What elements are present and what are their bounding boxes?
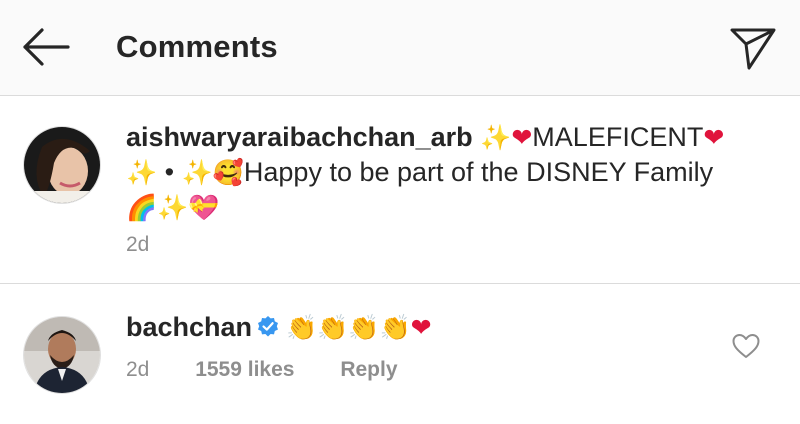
clapping-hands-emoji: 👏 bbox=[348, 313, 380, 342]
avatar-image bbox=[24, 127, 100, 203]
comment-text: aishwaryaraibachchan_arb ✨❤MALEFICENT❤ ✨… bbox=[126, 120, 746, 225]
comment-username[interactable]: aishwaryaraibachchan_arb bbox=[126, 122, 473, 152]
comment-caption: aishwaryaraibachchan_arb ✨❤MALEFICENT❤ ✨… bbox=[0, 96, 800, 284]
sparkles-emoji: ✨ bbox=[181, 158, 213, 187]
comment-meta: 2d bbox=[126, 233, 189, 257]
avatar[interactable] bbox=[23, 316, 101, 394]
sparkles-emoji: ✨ bbox=[126, 158, 158, 187]
paper-plane-icon[interactable] bbox=[726, 22, 780, 74]
clapping-hands-emoji: 👏 bbox=[379, 313, 411, 342]
sparkles-emoji: ✨ bbox=[157, 193, 189, 222]
heart-with-ribbon-emoji: 💝 bbox=[188, 193, 220, 222]
avatar[interactable] bbox=[23, 126, 101, 204]
sparkles-emoji: ✨ bbox=[480, 123, 512, 152]
red-heart-emoji: ❤ bbox=[703, 123, 725, 152]
clapping-hands-emoji: 👏 bbox=[317, 313, 349, 342]
reply-button[interactable]: Reply bbox=[340, 358, 397, 381]
comment-text-part: • bbox=[157, 157, 182, 187]
likes-count[interactable]: 1559 likes bbox=[195, 358, 294, 381]
clapping-hands-emoji: 👏 bbox=[286, 313, 318, 342]
comment-text-part: Happy to be part of the DISNEY Family bbox=[243, 157, 714, 187]
verified-badge-icon bbox=[258, 316, 279, 337]
comment-item: bachchan 👏👏👏👏❤ 2d 1559 likes Reply bbox=[0, 284, 800, 424]
top-bar: Comments bbox=[0, 0, 800, 96]
rainbow-emoji: 🌈 bbox=[126, 193, 158, 222]
comment-meta: 2d 1559 likes Reply bbox=[126, 358, 438, 382]
comment-text-part: MALEFICENT bbox=[532, 122, 704, 152]
comment-timestamp: 2d bbox=[126, 233, 150, 256]
comment-username[interactable]: bachchan bbox=[126, 312, 252, 342]
heart-icon[interactable] bbox=[731, 332, 761, 360]
smiling-face-with-hearts-emoji: 🥰 bbox=[212, 158, 244, 187]
comment-text: bachchan 👏👏👏👏❤ bbox=[126, 310, 686, 345]
avatar-image bbox=[24, 317, 100, 393]
page-title: Comments bbox=[116, 29, 278, 64]
comment-timestamp: 2d bbox=[126, 358, 150, 381]
red-heart-emoji: ❤ bbox=[410, 313, 432, 342]
arrow-left-icon[interactable] bbox=[20, 24, 72, 70]
red-heart-emoji: ❤ bbox=[511, 123, 533, 152]
